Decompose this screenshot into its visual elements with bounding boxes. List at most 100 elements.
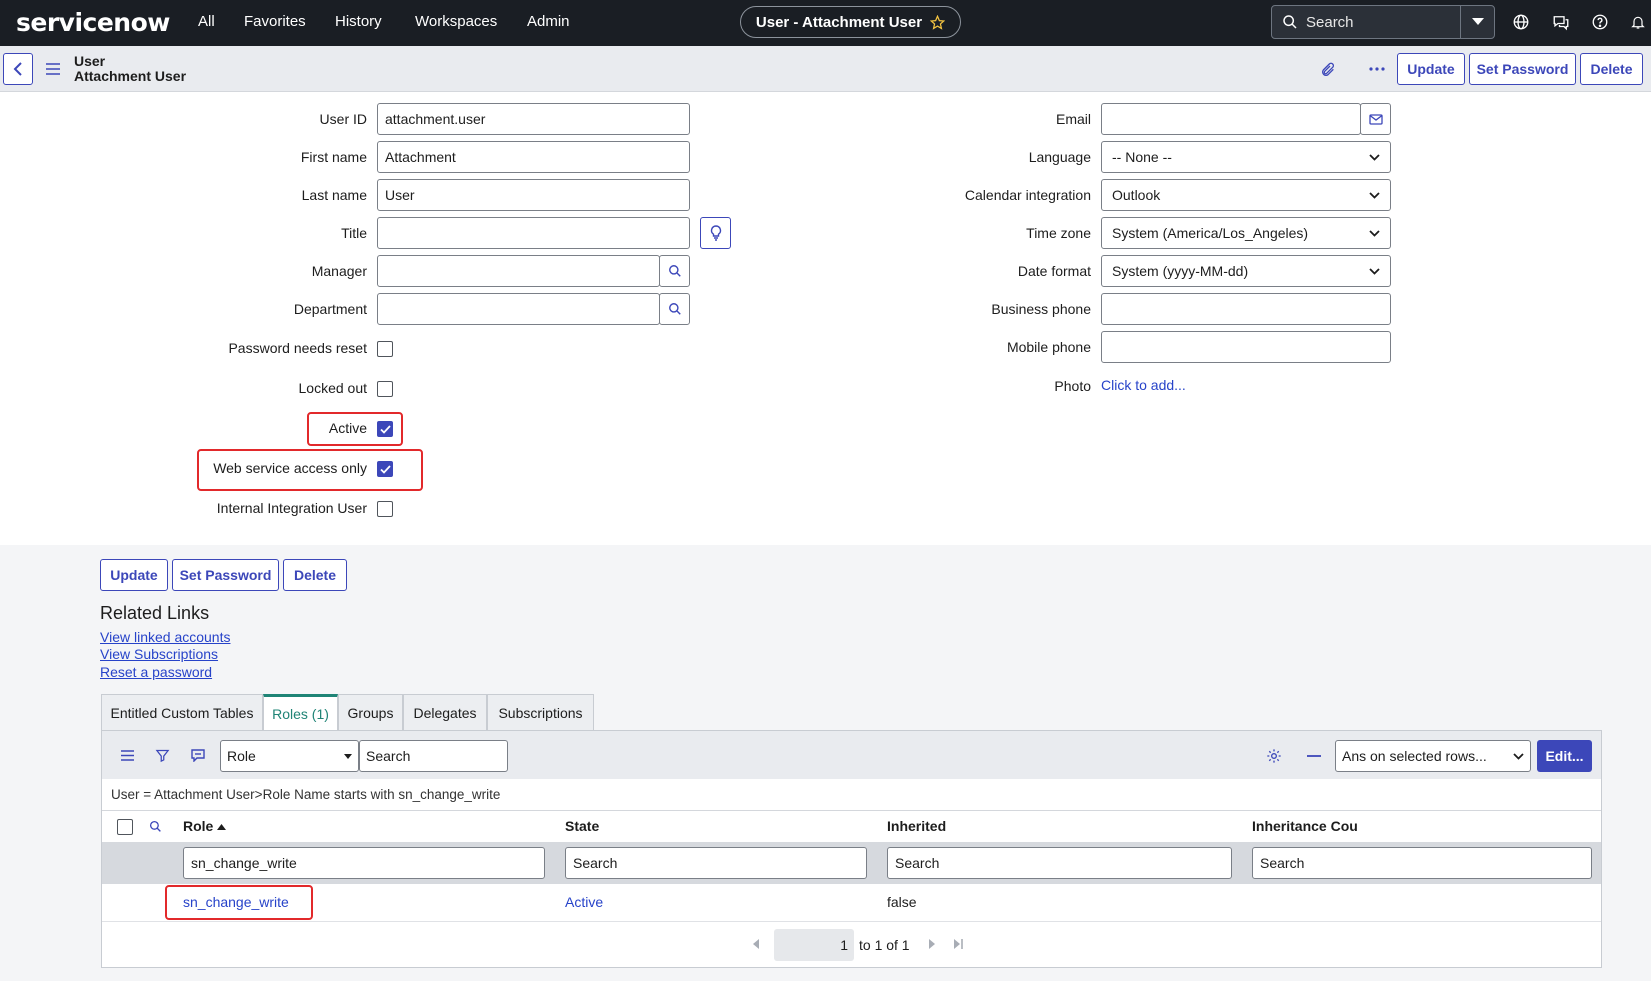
back-button[interactable] bbox=[3, 53, 33, 85]
list-actions-value: Ans on selected rows... bbox=[1342, 748, 1487, 764]
edit-button[interactable]: Edit... bbox=[1537, 740, 1592, 772]
column-header-inherited[interactable]: Inherited bbox=[887, 818, 946, 834]
nav-all[interactable]: All bbox=[198, 13, 215, 30]
list-search-field-select[interactable]: Role bbox=[220, 740, 359, 772]
mobile-phone-input[interactable] bbox=[1101, 331, 1391, 363]
reset-password-link[interactable]: Reset a password bbox=[100, 664, 212, 680]
help-icon[interactable] bbox=[1591, 13, 1609, 31]
bell-icon[interactable] bbox=[1630, 13, 1646, 31]
chevron-down-icon bbox=[1369, 229, 1380, 237]
tab-delegates[interactable]: Delegates bbox=[403, 694, 487, 730]
nav-workspaces[interactable]: Workspaces bbox=[415, 13, 497, 30]
record-title: User - Attachment User bbox=[755, 13, 923, 31]
page-number-input[interactable]: 1 bbox=[774, 929, 854, 961]
gear-icon[interactable] bbox=[1266, 748, 1282, 764]
web-service-access-only-checkbox[interactable] bbox=[377, 461, 393, 477]
password-needs-reset-checkbox[interactable] bbox=[377, 341, 393, 357]
tab-groups[interactable]: Groups bbox=[338, 694, 403, 730]
internal-integration-user-checkbox[interactable] bbox=[377, 501, 393, 517]
list-breadcrumb[interactable]: User = Attachment User>Role Name starts … bbox=[111, 787, 500, 802]
manager-lookup-button[interactable] bbox=[659, 255, 690, 287]
column-search-icon[interactable] bbox=[149, 820, 162, 833]
more-options-icon[interactable] bbox=[1369, 61, 1385, 77]
first-name-label: First name bbox=[300, 149, 367, 165]
manager-input[interactable] bbox=[377, 255, 660, 287]
list-search-input[interactable]: Search bbox=[359, 740, 508, 772]
suggestion-button[interactable] bbox=[700, 217, 731, 249]
user-id-input[interactable]: attachment.user bbox=[377, 103, 690, 135]
next-page-icon[interactable] bbox=[928, 939, 936, 949]
column-header-inheritance-count[interactable]: Inheritance Cou bbox=[1252, 818, 1358, 834]
email-input[interactable] bbox=[1101, 103, 1361, 135]
column-header-role[interactable]: Role bbox=[183, 818, 227, 834]
first-name-input[interactable]: Attachment bbox=[377, 141, 690, 173]
chevron-down-icon[interactable] bbox=[1460, 6, 1494, 38]
locked-out-checkbox[interactable] bbox=[377, 381, 393, 397]
send-email-button[interactable] bbox=[1360, 103, 1391, 135]
bottom-delete-button[interactable]: Delete bbox=[283, 559, 347, 591]
record-title-pill[interactable]: User - Attachment User bbox=[740, 6, 961, 38]
last-name-label: Last name bbox=[301, 187, 367, 203]
servicenow-logo[interactable]: servicenow bbox=[16, 8, 170, 37]
chat-icon[interactable] bbox=[1552, 13, 1570, 31]
top-navigation-bar: servicenow All Favorites History Workspa… bbox=[0, 0, 1651, 46]
nav-history[interactable]: History bbox=[335, 13, 382, 30]
paperclip-icon[interactable] bbox=[1320, 61, 1336, 79]
global-search-input[interactable]: Search bbox=[1306, 14, 1354, 31]
star-icon[interactable] bbox=[930, 14, 946, 30]
form-title: User Attachment User bbox=[74, 54, 186, 84]
state-filter-input[interactable]: Search bbox=[565, 847, 867, 879]
date-format-select[interactable]: System (yyyy-MM-dd) bbox=[1101, 255, 1391, 287]
tab-entitled-custom-tables[interactable]: Entitled Custom Tables bbox=[101, 694, 263, 730]
view-linked-accounts-link[interactable]: View linked accounts bbox=[100, 629, 230, 645]
bottom-update-button[interactable]: Update bbox=[100, 559, 168, 591]
role-filter-input[interactable]: sn_change_write bbox=[183, 847, 545, 879]
comment-icon[interactable] bbox=[191, 749, 205, 762]
inherited-filter-input[interactable]: Search bbox=[887, 847, 1232, 879]
time-zone-select[interactable]: System (America/Los_Angeles) bbox=[1101, 217, 1391, 249]
filter-icon[interactable] bbox=[155, 748, 170, 763]
title-input[interactable] bbox=[377, 217, 690, 249]
chevron-down-icon bbox=[1369, 267, 1380, 275]
view-subscriptions-link[interactable]: View Subscriptions bbox=[100, 646, 218, 662]
hamburger-menu-icon[interactable] bbox=[46, 63, 60, 75]
last-name-input[interactable]: User bbox=[377, 179, 690, 211]
calendar-integration-label: Calendar integration bbox=[964, 187, 1091, 203]
header-set-password-button[interactable]: Set Password bbox=[1469, 53, 1576, 85]
inheritance-count-filter-input[interactable]: Search bbox=[1252, 847, 1592, 879]
first-page-icon[interactable] bbox=[752, 939, 760, 949]
locked-out-label: Locked out bbox=[298, 380, 368, 396]
pagination-bar: 1 to 1 of 1 bbox=[102, 922, 1601, 967]
list-actions-select[interactable]: Ans on selected rows... bbox=[1335, 740, 1531, 772]
last-page-icon[interactable] bbox=[954, 939, 964, 949]
active-checkbox[interactable] bbox=[377, 421, 393, 437]
row-role-link[interactable]: sn_change_write bbox=[183, 894, 289, 910]
global-search[interactable]: Search bbox=[1271, 5, 1495, 39]
department-input[interactable] bbox=[377, 293, 660, 325]
select-all-checkbox[interactable] bbox=[117, 819, 133, 835]
calendar-integration-value: Outlook bbox=[1112, 187, 1161, 203]
bottom-set-password-button[interactable]: Set Password bbox=[172, 559, 279, 591]
row-state-link[interactable]: Active bbox=[565, 894, 603, 910]
list-menu-icon[interactable] bbox=[121, 750, 134, 761]
collapse-minus-icon[interactable] bbox=[1307, 755, 1321, 757]
photo-label: Photo bbox=[1054, 378, 1091, 394]
header-update-button[interactable]: Update bbox=[1397, 53, 1465, 85]
photo-add-link[interactable]: Click to add... bbox=[1101, 377, 1186, 393]
header-delete-button[interactable]: Delete bbox=[1580, 53, 1643, 85]
globe-icon[interactable] bbox=[1512, 13, 1530, 31]
nav-admin[interactable]: Admin bbox=[527, 13, 570, 30]
tab-subscriptions[interactable]: Subscriptions bbox=[487, 694, 594, 730]
department-lookup-button[interactable] bbox=[659, 293, 690, 325]
related-links-heading: Related Links bbox=[100, 603, 210, 623]
lightbulb-icon bbox=[710, 225, 722, 241]
language-select[interactable]: -- None -- bbox=[1101, 141, 1391, 173]
column-header-state[interactable]: State bbox=[565, 818, 599, 834]
date-format-label: Date format bbox=[1017, 263, 1091, 279]
nav-favorites[interactable]: Favorites bbox=[244, 13, 306, 30]
business-phone-input[interactable] bbox=[1101, 293, 1391, 325]
calendar-integration-select[interactable]: Outlook bbox=[1101, 179, 1391, 211]
tab-roles[interactable]: Roles (1) bbox=[263, 694, 338, 730]
title-label: Title bbox=[341, 225, 367, 241]
envelope-icon bbox=[1368, 113, 1383, 125]
